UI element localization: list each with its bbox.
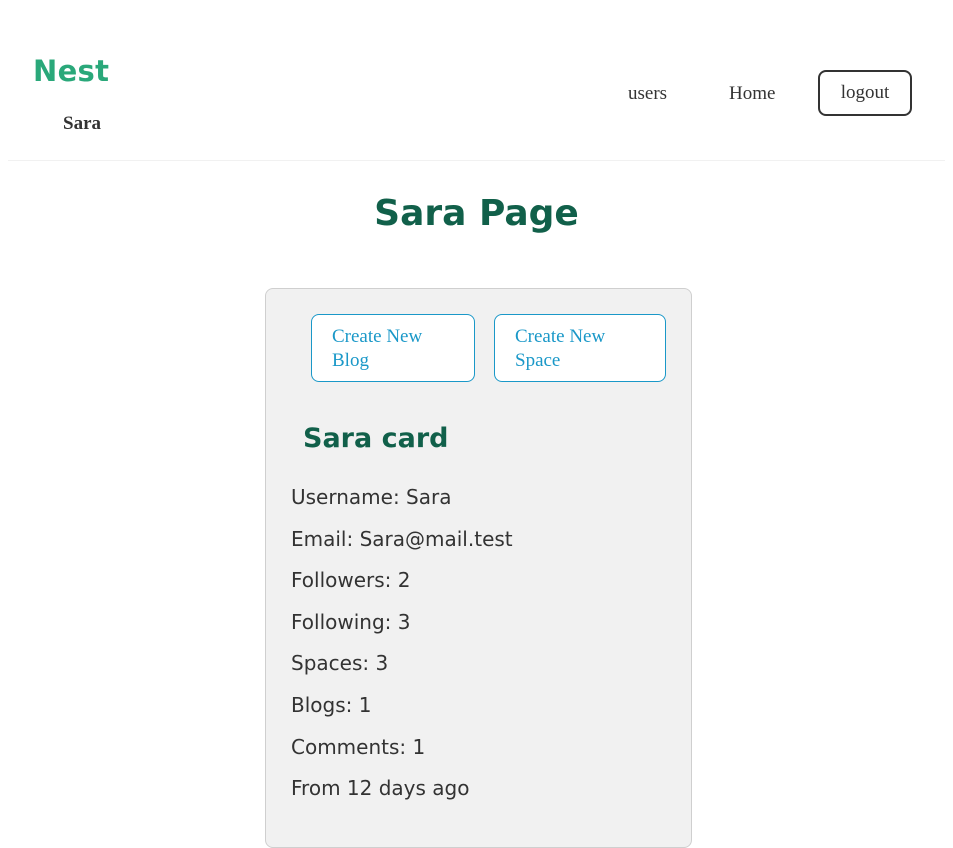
nav-link-users[interactable]: users	[628, 82, 667, 106]
user-card: Create New Blog Create New Space Sara ca…	[265, 288, 692, 848]
create-blog-button[interactable]: Create New Blog	[311, 314, 475, 382]
info-following: Following: 3	[291, 609, 411, 634]
create-space-button[interactable]: Create New Space	[494, 314, 666, 382]
info-joined: From 12 days ago	[291, 776, 470, 801]
card-title: Sara card	[303, 423, 449, 454]
info-spaces: Spaces: 3	[291, 651, 389, 676]
brand-logo[interactable]: Nest	[33, 52, 109, 90]
info-comments: Comments: 1	[291, 734, 426, 759]
nav-link-home[interactable]: Home	[729, 82, 775, 106]
logout-button[interactable]: logout	[818, 70, 912, 116]
page-title: Sara Page	[374, 193, 579, 234]
current-user-name: Sara	[63, 113, 101, 134]
user-info-list: Username: Sara Email: Sara@mail.test Fol…	[291, 477, 513, 810]
info-email: Email: Sara@mail.test	[291, 526, 513, 551]
info-username: Username: Sara	[291, 485, 452, 509]
info-blogs: Blogs: 1	[291, 692, 372, 717]
info-followers: Followers: 2	[291, 568, 411, 593]
navbar: Nest Sara users Home logout	[8, 0, 945, 161]
